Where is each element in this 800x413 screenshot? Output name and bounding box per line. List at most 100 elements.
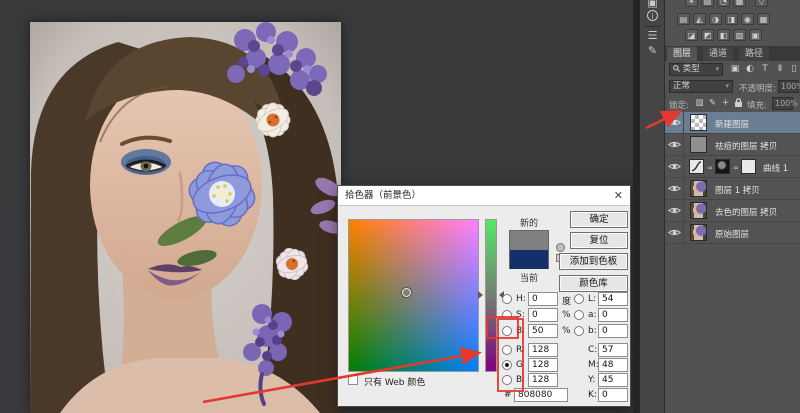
layer-row-desaturate-copy[interactable]: 去色的图层 拷贝 <box>665 200 800 222</box>
h-label: H: <box>516 294 526 304</box>
hex-input[interactable]: 808080 <box>514 388 568 402</box>
s-radio[interactable] <box>502 310 512 320</box>
layer-name[interactable]: 新建图层 <box>715 118 749 130</box>
blend-mode-dropdown[interactable]: 正常 ▾ <box>669 80 733 93</box>
levels-icon[interactable]: ▤ <box>701 0 714 7</box>
r-radio[interactable] <box>502 345 512 355</box>
curves-icon[interactable]: ◔ <box>717 0 730 7</box>
threshold-icon[interactable]: ◧ <box>717 29 730 41</box>
layer-row-layer1-copy[interactable]: 图层 1 拷贝 <box>665 178 800 200</box>
tab-layers[interactable]: 图层 <box>667 47 697 61</box>
posterize-icon[interactable]: ◩ <box>701 29 714 41</box>
g-input[interactable]: 128 <box>528 358 558 372</box>
l-radio[interactable] <box>574 294 584 304</box>
layer-thumbnail-transparent[interactable] <box>690 114 707 131</box>
layer-thumbnail-gray[interactable] <box>690 136 707 153</box>
lab-b-input[interactable]: 0 <box>598 324 628 338</box>
c-input[interactable]: 57 <box>598 343 628 357</box>
filter-shape-layers-icon[interactable]: Ⅱ <box>774 63 786 75</box>
gamut-warning-icon[interactable] <box>556 243 565 252</box>
visibility-toggle[interactable] <box>665 222 684 244</box>
filter-smart-objects-icon[interactable]: ▯ <box>788 63 800 75</box>
color-field[interactable] <box>348 219 479 372</box>
layer-row-original[interactable]: 原始图层 <box>665 222 800 244</box>
ok-button[interactable]: 确定 <box>570 211 628 228</box>
layer-row-new-layer[interactable]: 新建图层 <box>665 112 800 134</box>
lock-row: 锁定: ▨ ✎ + 填充: 100% <box>665 95 800 112</box>
visibility-toggle[interactable] <box>665 156 684 178</box>
vector-mask-thumbnail[interactable] <box>741 159 756 174</box>
slider-arrow-left-icon[interactable] <box>478 291 483 299</box>
layer-thumbnail-photo[interactable] <box>690 180 707 197</box>
layer-row-heal-copy[interactable]: 祛痘的图层 拷贝 <box>665 134 800 156</box>
visibility-toggle[interactable] <box>665 112 684 134</box>
add-to-swatches-button[interactable]: 添加到色板 <box>559 253 628 270</box>
swatch-panel-icon[interactable]: ▣ <box>640 0 665 9</box>
color-slider[interactable] <box>485 219 497 372</box>
vibrance-icon[interactable]: ▽ <box>755 0 768 7</box>
g-radio-selected[interactable] <box>502 360 512 370</box>
close-icon[interactable]: ✕ <box>614 186 623 206</box>
color-balance-icon[interactable]: ◭ <box>693 13 706 25</box>
selective-color-icon[interactable]: ▣ <box>749 29 762 41</box>
layer-name[interactable]: 去色的图层 拷贝 <box>715 206 777 218</box>
color-libraries-button[interactable]: 颜色库 <box>559 275 628 292</box>
curves-adjustment-thumbnail[interactable] <box>689 159 704 174</box>
y-input[interactable]: 45 <box>598 373 628 387</box>
visibility-toggle[interactable] <box>665 200 684 222</box>
properties-panel-icon[interactable]: ☰ <box>640 29 665 42</box>
color-field-marker[interactable] <box>402 288 411 297</box>
adjustments-row-3: ◪ ◩ ◧ ▧ ▣ <box>665 29 800 44</box>
rgb-b-label: B: <box>516 375 525 385</box>
layer-thumbnail-photo[interactable] <box>690 224 707 241</box>
hue-saturation-icon[interactable]: ▤ <box>677 13 690 25</box>
lock-transparency-icon[interactable]: ▨ <box>694 98 705 109</box>
filter-adjustment-layers-icon[interactable]: ◐ <box>744 63 756 75</box>
lock-all-icon[interactable] <box>733 98 744 109</box>
rgb-b-input[interactable]: 128 <box>528 373 558 387</box>
b-brightness-radio[interactable] <box>502 326 512 336</box>
black-white-icon[interactable]: ◑ <box>709 13 722 25</box>
filter-pixel-layers-icon[interactable]: ▣ <box>729 63 741 75</box>
visibility-toggle[interactable] <box>665 134 684 156</box>
l-input[interactable]: 54 <box>598 292 628 306</box>
layer-thumbnail-photo[interactable] <box>690 202 707 219</box>
info-panel-icon[interactable]: i <box>640 9 665 22</box>
k-input[interactable]: 0 <box>598 388 628 402</box>
b-input[interactable]: 50 <box>528 324 558 338</box>
visibility-toggle[interactable] <box>665 178 684 200</box>
a-radio[interactable] <box>574 310 584 320</box>
color-lookup-icon[interactable]: ▦ <box>757 13 770 25</box>
layer-name[interactable]: 图层 1 拷贝 <box>715 184 760 196</box>
filter-type-layers-icon[interactable]: T <box>759 63 771 75</box>
h-radio[interactable] <box>502 294 512 304</box>
layer-row-curves[interactable]: ∞ ∞ 曲线 1 <box>665 156 800 178</box>
reset-button[interactable]: 复位 <box>570 232 628 249</box>
invert-icon[interactable]: ◪ <box>685 29 698 41</box>
exposure-icon[interactable]: ▦ <box>733 0 746 7</box>
brush-panel-icon[interactable]: ✎ <box>640 44 665 57</box>
only-web-colors-checkbox[interactable] <box>348 375 358 385</box>
layer-name[interactable]: 曲线 1 <box>763 162 788 174</box>
gradient-map-icon[interactable]: ▧ <box>733 29 746 41</box>
tab-channels[interactable]: 通道 <box>703 47 733 61</box>
layer-name[interactable]: 祛痘的图层 拷贝 <box>715 140 777 152</box>
fill-value[interactable]: 100% <box>772 97 793 110</box>
a-input[interactable]: 0 <box>598 308 628 322</box>
layer-mask-thumbnail[interactable] <box>715 159 730 174</box>
lab-b-radio[interactable] <box>574 326 584 336</box>
channel-mixer-icon[interactable]: ◉ <box>741 13 754 25</box>
opacity-value[interactable]: 100% <box>778 80 799 93</box>
r-input[interactable]: 128 <box>528 343 558 357</box>
s-input[interactable]: 0 <box>528 308 558 322</box>
lock-position-icon[interactable]: + <box>720 98 731 109</box>
layer-name[interactable]: 原始图层 <box>715 228 749 240</box>
rgb-b-radio[interactable] <box>502 375 512 385</box>
photo-filter-icon[interactable]: ◨ <box>725 13 738 25</box>
lock-pixels-icon[interactable]: ✎ <box>707 98 718 109</box>
m-input[interactable]: 48 <box>598 358 628 372</box>
filter-kind-dropdown[interactable]: 类型 ▾ <box>669 63 723 76</box>
tab-paths[interactable]: 路径 <box>739 47 769 61</box>
h-input[interactable]: 0 <box>528 292 558 306</box>
brightness-contrast-icon[interactable]: ☀ <box>685 0 698 7</box>
